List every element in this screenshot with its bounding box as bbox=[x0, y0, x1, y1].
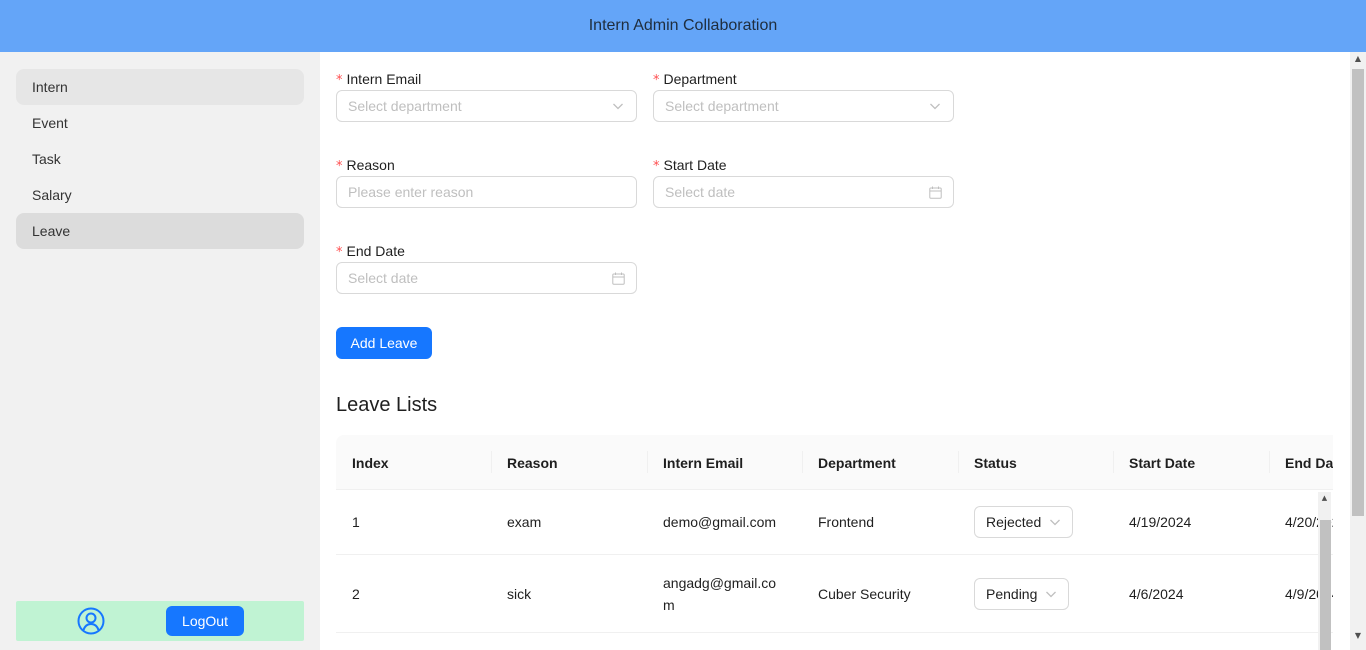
add-leave-button[interactable]: Add Leave bbox=[336, 327, 432, 359]
column-header-department[interactable]: Department bbox=[802, 435, 896, 490]
status-value: Pending bbox=[986, 585, 1038, 602]
chevron-down-icon bbox=[611, 99, 625, 113]
scroll-down-arrow-icon[interactable]: ▼ bbox=[1350, 629, 1366, 643]
main-content: * Intern Email Select department * Departm… bbox=[320, 52, 1350, 650]
column-header-reason[interactable]: Reason bbox=[491, 435, 558, 490]
required-mark: * bbox=[336, 159, 343, 174]
reason-label: * Reason bbox=[336, 157, 395, 174]
department-select[interactable]: Select department bbox=[653, 90, 954, 122]
sidebar-item-label: Leave bbox=[32, 223, 71, 239]
end-date-label: * End Date bbox=[336, 243, 405, 260]
cell-start-date: 4/6/2024 bbox=[1129, 585, 1184, 602]
table-header: Index Reason Intern Email Department Sta… bbox=[336, 435, 1333, 490]
cell-status: Rejected bbox=[958, 490, 1074, 554]
reason-input[interactable]: Please enter reason bbox=[336, 176, 637, 208]
status-select[interactable]: Pending bbox=[974, 577, 1070, 610]
sidebar: Intern Event Task Salary Leave LogOut bbox=[0, 52, 320, 650]
sidebar-item-label: Intern bbox=[32, 79, 68, 95]
end-date-placeholder: Select date bbox=[348, 270, 419, 286]
chevron-down-icon bbox=[1049, 516, 1061, 528]
required-mark: * bbox=[336, 73, 343, 88]
sidebar-item-label: Event bbox=[32, 115, 68, 131]
table-scrollbar[interactable]: ▲ bbox=[1318, 492, 1331, 650]
intern-email-label: * Intern Email bbox=[336, 71, 422, 88]
cell-department: Frontend bbox=[818, 514, 875, 530]
intern-email-select[interactable]: Select department bbox=[336, 90, 637, 122]
status-select[interactable]: Rejected bbox=[974, 506, 1074, 538]
intern-email-placeholder: Select department bbox=[348, 98, 462, 114]
end-date-picker[interactable]: Select date bbox=[336, 262, 637, 294]
sidebar-item-label: Salary bbox=[32, 187, 72, 203]
sidebar-item-task[interactable]: Task bbox=[16, 141, 304, 177]
cell-intern-email: angadg@gmail.com bbox=[663, 574, 777, 613]
column-header-status[interactable]: Status bbox=[958, 435, 1017, 490]
cell-department: Cuber Security bbox=[818, 585, 911, 602]
cell-intern-email: demo@gmail.com bbox=[663, 514, 777, 530]
department-placeholder: Select department bbox=[665, 98, 779, 114]
sidebar-item-salary[interactable]: Salary bbox=[16, 177, 304, 213]
department-label: * Department bbox=[653, 71, 737, 88]
chevron-down-icon bbox=[928, 99, 942, 113]
app-title: Intern Admin Collaboration bbox=[588, 17, 778, 34]
required-mark: * bbox=[336, 245, 343, 260]
intern-email-field: * Intern Email Select department bbox=[336, 71, 637, 131]
leave-table: Index Reason Intern Email Department Sta… bbox=[336, 435, 1333, 650]
start-date-label: * Start Date bbox=[653, 157, 727, 174]
calendar-icon bbox=[611, 271, 625, 285]
table-scrollbar-thumb[interactable] bbox=[1320, 520, 1331, 650]
cell-status: Pending bbox=[958, 555, 1070, 632]
table-row: 1 exam demo@gmail.com Frontend Rejected … bbox=[336, 490, 1333, 555]
status-value: Rejected bbox=[986, 514, 1042, 530]
page-scrollbar-thumb[interactable] bbox=[1352, 69, 1364, 516]
app-header: Intern Admin Collaboration bbox=[0, 0, 1366, 52]
scroll-up-arrow-icon[interactable]: ▲ bbox=[1320, 494, 1329, 503]
cell-reason: exam bbox=[507, 514, 542, 530]
cell-start-date: 4/19/2024 bbox=[1129, 514, 1192, 530]
table-row: 2 sick angadg@gmail.com Cuber Security P… bbox=[336, 555, 1333, 633]
calendar-icon bbox=[928, 185, 942, 199]
sidebar-item-intern[interactable]: Intern bbox=[16, 69, 304, 105]
required-mark: * bbox=[653, 159, 660, 174]
column-header-end-date[interactable]: End Date bbox=[1269, 435, 1333, 490]
department-field: * Department Select department bbox=[653, 71, 954, 131]
sidebar-item-label: Task bbox=[32, 151, 61, 167]
user-bar: LogOut bbox=[16, 601, 304, 641]
sidebar-item-leave[interactable]: Leave bbox=[16, 213, 304, 249]
column-header-index[interactable]: Index bbox=[336, 435, 389, 490]
page-scrollbar[interactable]: ▲ ▼ bbox=[1350, 52, 1366, 650]
end-date-field: * End Date Select date bbox=[336, 243, 637, 303]
logout-button[interactable]: LogOut bbox=[166, 606, 244, 636]
scroll-up-arrow-icon[interactable]: ▲ bbox=[1350, 52, 1366, 66]
reason-placeholder: Please enter reason bbox=[348, 184, 474, 200]
user-circle-icon[interactable] bbox=[77, 607, 105, 635]
column-header-start-date[interactable]: Start Date bbox=[1113, 435, 1195, 490]
column-header-intern-email[interactable]: Intern Email bbox=[647, 435, 743, 490]
cell-index: 1 bbox=[352, 514, 360, 530]
sidebar-item-event[interactable]: Event bbox=[16, 105, 304, 141]
leave-list-title: Leave Lists bbox=[336, 394, 438, 416]
cell-reason: sick bbox=[507, 585, 532, 602]
reason-field: * Reason Please enter reason bbox=[336, 157, 637, 217]
start-date-placeholder: Select date bbox=[665, 184, 736, 200]
start-date-picker[interactable]: Select date bbox=[653, 176, 954, 208]
cell-index: 2 bbox=[352, 585, 360, 602]
chevron-down-icon bbox=[1045, 588, 1057, 600]
required-mark: * bbox=[653, 73, 660, 88]
start-date-field: * Start Date Select date bbox=[653, 157, 954, 217]
